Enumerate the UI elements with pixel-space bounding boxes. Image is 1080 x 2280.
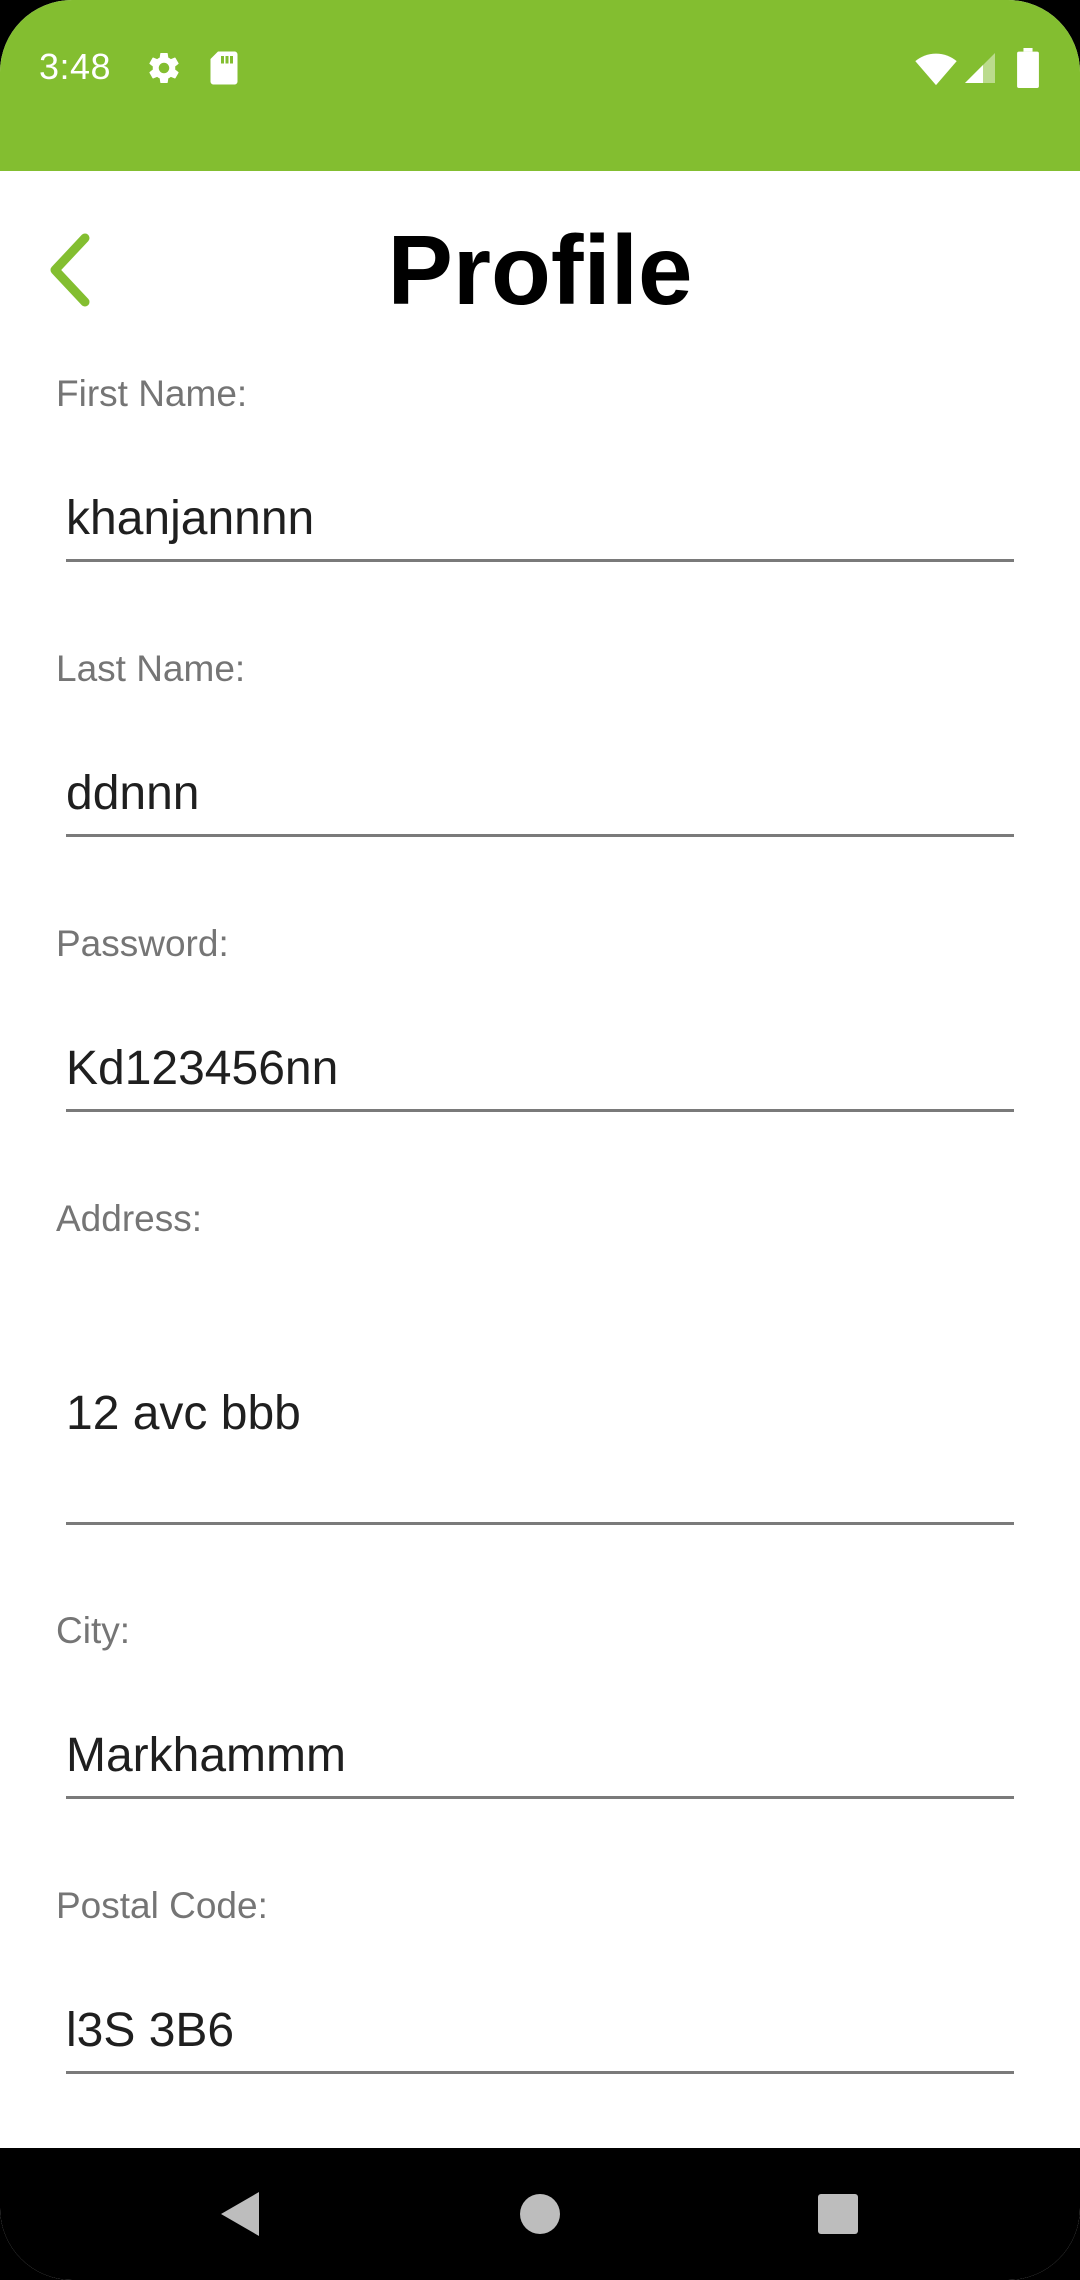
address-label: Address: <box>56 1198 203 1239</box>
page-title: Profile <box>387 215 693 325</box>
first-name-label: First Name: <box>56 373 248 414</box>
address-field[interactable]: 12 avc bbb <box>66 1304 1014 1525</box>
wifi-icon <box>915 53 957 86</box>
first-name-field[interactable] <box>66 478 1014 562</box>
battery-icon <box>1017 48 1039 88</box>
last-name-label: Last Name: <box>56 648 246 689</box>
nav-back-button[interactable] <box>160 2148 320 2280</box>
password-label: Password: <box>56 923 229 964</box>
back-triangle-icon <box>221 2192 259 2236</box>
password-field[interactable] <box>66 1028 1014 1112</box>
recents-square-icon <box>818 2194 858 2234</box>
navigation-bar <box>0 2148 1080 2280</box>
city-field[interactable] <box>66 1715 1014 1799</box>
status-time: 3:48 <box>39 46 112 87</box>
nav-recents-button[interactable] <box>758 2148 918 2280</box>
device-screen: 3:48 Profile First Name: khanjannnn Last… <box>0 0 1080 2280</box>
sd-card-icon <box>210 51 238 85</box>
signal-icon <box>965 53 995 83</box>
status-bar: 3:48 <box>0 0 1080 171</box>
postal-code-label: Postal Code: <box>56 1885 268 1926</box>
home-circle-icon <box>520 2194 560 2234</box>
postal-code-field[interactable] <box>66 1990 1014 2074</box>
city-label: City: <box>56 1610 130 1651</box>
address-value: 12 avc bbb <box>66 1386 301 1440</box>
last-name-field[interactable] <box>66 753 1014 837</box>
nav-home-button[interactable] <box>460 2148 620 2280</box>
gear-icon <box>149 53 179 83</box>
